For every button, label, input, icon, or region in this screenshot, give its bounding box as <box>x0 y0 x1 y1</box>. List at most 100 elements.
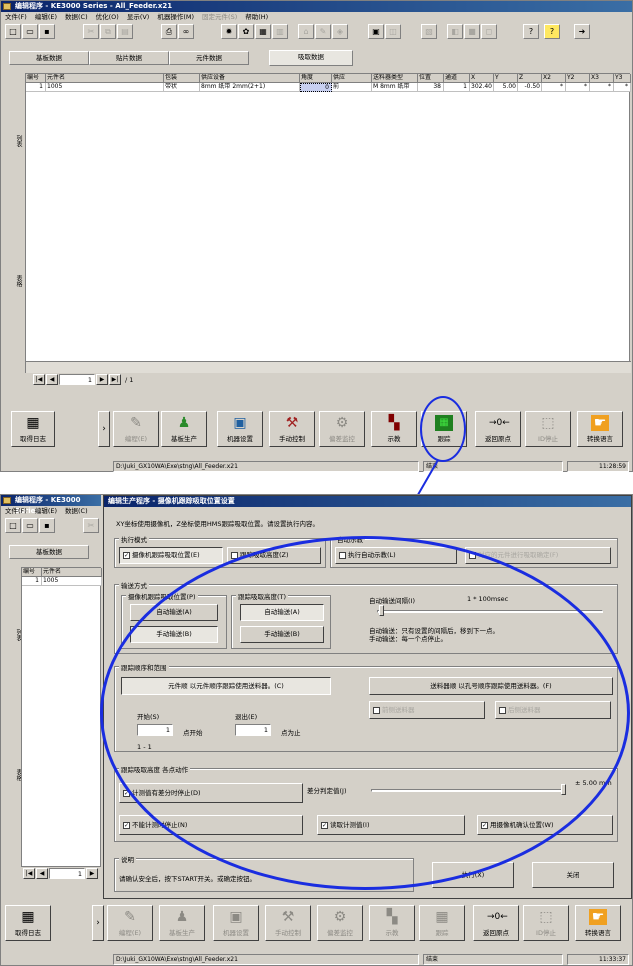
cell-feeder-device[interactable]: 8mm 纸带 2mm(2+1) <box>200 83 300 92</box>
help-icon[interactable]: ? <box>544 24 560 39</box>
menu-optimize[interactable]: 优化(O) <box>92 12 123 22</box>
col-x[interactable]: X <box>470 74 494 83</box>
teach-button[interactable]: ▚ 示教 <box>371 411 417 447</box>
col-channel[interactable]: 通道 <box>444 74 470 83</box>
menu-file[interactable]: 文件(F) <box>1 12 31 22</box>
col-part-name-2[interactable]: 元件名 <box>42 568 102 577</box>
col-part-name[interactable]: 元件名 <box>46 74 164 83</box>
col-no-2[interactable]: 编号 <box>22 568 42 577</box>
cell-x2[interactable]: * <box>542 83 566 92</box>
tab-board-data[interactable]: 基板数据 <box>9 51 89 65</box>
save-icon[interactable]: ▪ <box>39 24 55 39</box>
switch-language-button-2[interactable]: ☛ 转换语言 <box>575 905 621 941</box>
exit-icon[interactable]: ➜ <box>574 24 590 39</box>
cut-icon-2: ✂ <box>83 518 99 533</box>
tab-board-data-2[interactable]: 基板数据 <box>9 545 89 559</box>
tab-part-data[interactable]: 元件数据 <box>169 51 249 65</box>
menu-view[interactable]: 显示(V) <box>123 12 154 22</box>
menu-data-2[interactable]: 数据(C) <box>61 506 92 516</box>
col-position[interactable]: 位置 <box>418 74 444 83</box>
get-log-button-2[interactable]: ▦ 取得日志 <box>5 905 51 941</box>
last-record-icon[interactable]: ▶| <box>109 374 121 385</box>
col-y2[interactable]: Y2 <box>566 74 590 83</box>
align-icon[interactable]: ▣ <box>368 24 384 39</box>
machine-setup-button[interactable]: ▣ 机器设置 <box>217 411 263 447</box>
menu-file-2[interactable]: 文件(F) <box>1 506 31 516</box>
top-tabs: 基板数据 贴片数据 元件数据 吸取数据 <box>9 50 353 66</box>
parts-icon[interactable]: ✿ <box>238 24 254 39</box>
board-production-button[interactable]: ♟ 基板生产 <box>161 411 207 447</box>
return-origin-button[interactable]: →0← 返回原点 <box>475 411 521 447</box>
next-record-icon[interactable]: ▶ <box>96 374 108 385</box>
expand-button[interactable]: › <box>98 411 110 447</box>
return-origin-button-2[interactable]: →0← 返回原点 <box>473 905 519 941</box>
prev-record-icon[interactable]: ◀ <box>46 374 58 385</box>
col-y[interactable]: Y <box>494 74 518 83</box>
cell-package[interactable]: 带状 <box>164 83 200 92</box>
expand-button-2[interactable]: › <box>92 905 104 941</box>
new-icon[interactable]: □ <box>5 24 21 39</box>
help-cursor-icon[interactable]: ? <box>523 24 539 39</box>
new-icon-2[interactable]: □ <box>5 518 21 533</box>
print-icon[interactable]: ⎙ <box>161 24 177 39</box>
col-angle[interactable]: 角度 <box>300 74 332 83</box>
cell-part-name[interactable]: 1005 <box>46 83 164 92</box>
save-icon-2[interactable]: ▪ <box>39 518 55 533</box>
record-number-input[interactable]: 1 <box>59 374 95 385</box>
cell-y3[interactable]: * <box>614 83 631 92</box>
find-icon[interactable]: ∞ <box>178 24 194 39</box>
open-icon[interactable]: ▭ <box>22 24 38 39</box>
cell-y2[interactable]: * <box>566 83 590 92</box>
col-x3[interactable]: X3 <box>590 74 614 83</box>
teach-icon-2: ▚ <box>386 909 398 925</box>
col-no[interactable]: 编号 <box>26 74 46 83</box>
cell-no[interactable]: 1 <box>26 83 46 92</box>
app-icon <box>3 3 11 10</box>
cell-y[interactable]: 5.00 <box>494 83 518 92</box>
setup-icon-2: ▣ <box>229 909 243 925</box>
cell-x[interactable]: 302.40 <box>470 83 494 92</box>
cell-z[interactable]: -0.50 <box>518 83 542 92</box>
menu-data[interactable]: 数据(C) <box>61 12 92 22</box>
deviation-monitor-label-2: 偏差监控 <box>327 929 353 937</box>
cell-supply[interactable]: 前 <box>332 83 372 92</box>
col-y3[interactable]: Y3 <box>614 74 631 83</box>
cell-x3[interactable]: * <box>590 83 614 92</box>
cell-channel[interactable]: 1 <box>444 83 470 92</box>
col-x2[interactable]: X2 <box>542 74 566 83</box>
menu-edit-2[interactable]: 编辑(E) <box>31 506 61 516</box>
bulb-icon[interactable]: ✹ <box>221 24 237 39</box>
col-z[interactable]: Z <box>518 74 542 83</box>
first-record-icon-2[interactable]: |◀ <box>23 868 35 879</box>
cell-no-2[interactable]: 1 <box>22 577 42 586</box>
tree-icon[interactable]: ▦ <box>255 24 271 39</box>
camera-trace-toggle[interactable]: ✓ 摄像机跟踪吸取位置(E) <box>119 547 223 564</box>
menu-help[interactable]: 帮助(H) <box>241 12 272 22</box>
tab-pick-data[interactable]: 吸取数据 <box>269 50 353 66</box>
col-package[interactable]: 包装 <box>164 74 200 83</box>
col-feeder-device[interactable]: 供应设备 <box>200 74 300 83</box>
get-log-button[interactable]: ▦ 取得日志 <box>11 411 55 447</box>
record-nav-2: |◀ ◀ 1 ▶ <box>21 868 101 880</box>
status-path-2: D:\Juki_GX10WA\Exe\stng\All_Feeder.x21 <box>113 954 419 965</box>
close-button[interactable]: 关闭 <box>532 862 614 888</box>
cell-position[interactable]: 38 <box>418 83 444 92</box>
manual-control-button[interactable]: ⚒ 手动控制 <box>269 411 315 447</box>
switch-language-button[interactable]: ☛ 转换语言 <box>577 411 623 447</box>
menu-machine[interactable]: 机器操作(M) <box>153 12 198 22</box>
menu-edit[interactable]: 编辑(E) <box>31 12 61 22</box>
record-number-input-2[interactable]: 1 <box>49 868 85 879</box>
col-feeder-type[interactable]: 送料器类型 <box>372 74 418 83</box>
open-icon-2[interactable]: ▭ <box>22 518 38 533</box>
next-record-icon-2[interactable]: ▶ <box>86 868 98 879</box>
cell-feeder-type[interactable]: M 8mm 纸带 <box>372 83 418 92</box>
first-record-icon[interactable]: |◀ <box>33 374 45 385</box>
table-side-label[interactable]: 表格 <box>11 271 23 291</box>
h-scrollbar[interactable] <box>26 361 631 373</box>
cell-angle[interactable]: 0 <box>300 83 332 92</box>
list-side-label[interactable]: 列表 <box>11 131 23 151</box>
prev-record-icon-2[interactable]: ◀ <box>36 868 48 879</box>
cell-part-name-2[interactable]: 1005 <box>42 577 102 586</box>
tab-mount-data[interactable]: 贴片数据 <box>89 51 169 65</box>
col-supply[interactable]: 供应 <box>332 74 372 83</box>
